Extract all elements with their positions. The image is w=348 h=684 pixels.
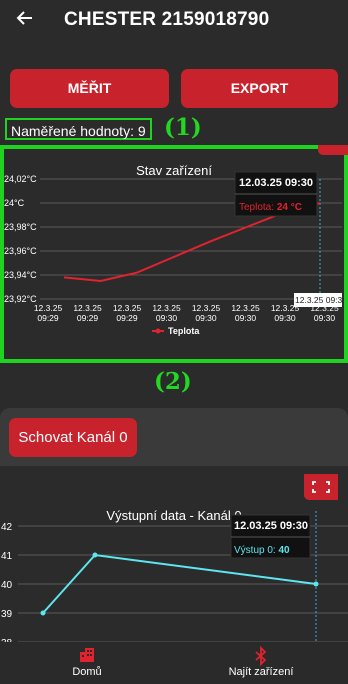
chart2-point: [40, 610, 46, 616]
chart2-y-tick: 42: [1, 522, 13, 533]
chart1-y-tick: 23,92°C: [4, 294, 37, 304]
chart1-y-tick: 23,98°C: [4, 222, 37, 232]
bottom-navigation: Domů Najít zařízení: [0, 642, 348, 684]
export-button[interactable]: EXPORT: [181, 69, 338, 108]
chart1-legend-marker: [155, 328, 161, 334]
chart2-point: [92, 552, 98, 558]
chart2-y-tick: 41: [1, 551, 13, 562]
chart1-x-tick-date: 12.3.25: [152, 303, 181, 313]
chart1-y-tick: 24,02°C: [4, 174, 37, 184]
chart1-x-tick-time: 09:30: [156, 313, 178, 323]
page-title: CHESTER 2159018790: [64, 9, 270, 30]
chart1-x-tick-date: 12.3.25: [192, 303, 221, 313]
chart1-x-highlight: 12.3.25 09:3: [295, 295, 343, 305]
chart1-title: Stav zařízení: [136, 163, 212, 178]
chart2-tooltip-title: 12.03.25 09:30: [234, 520, 308, 532]
chart1-x-tick-date: 12.3.25: [34, 303, 63, 313]
building-icon: [0, 646, 174, 666]
chart1-x-tick-date: 12.3.25: [73, 303, 102, 313]
chart1-y-tick: 24°C: [4, 198, 25, 208]
measure-button[interactable]: MĚŘIT: [10, 69, 169, 108]
nav-find-device[interactable]: Najít zařízení: [174, 642, 348, 684]
nav-home[interactable]: Domů: [0, 642, 174, 684]
chart2-point: [313, 581, 319, 587]
bluetooth-icon: [174, 645, 348, 667]
chart1-y-tick: 23,94°C: [4, 270, 37, 280]
chart1-x-tick-time: 09:30: [195, 313, 217, 323]
nav-find-device-label: Najít zařízení: [228, 666, 294, 678]
chart1-tooltip-title: 12.03.25 09:30: [239, 177, 313, 189]
chart2-tooltip: 12.03.25 09:30 Výstup 0: 40: [230, 514, 311, 559]
chart1-x-tick-time: 09:30: [274, 313, 296, 323]
hide-channel-button[interactable]: Schovat Kanál 0: [9, 418, 137, 457]
chart1-x-tick-time: 09:29: [77, 313, 99, 323]
chart1-x-tick-time: 09:29: [37, 313, 59, 323]
chart1-x-tick-date: 12.3.25: [113, 303, 142, 313]
chart2-y-tick: 40: [1, 580, 13, 591]
back-arrow-icon[interactable]: [12, 8, 38, 34]
nav-home-label: Domů: [72, 666, 102, 678]
chart1-x-tick-time: 09:29: [116, 313, 138, 323]
chart1-y-tick: 23,96°C: [4, 246, 37, 256]
measured-values-count: Naměřené hodnoty: 9: [5, 118, 152, 140]
chart1-x-tick-date: 12.3.25: [231, 303, 260, 313]
annotation-marker-1: (1): [164, 114, 202, 141]
chart1-tooltip-label: Teplota: 24 °C: [239, 202, 302, 213]
chart-device-status: Stav zařízení 24,02°C 24°C 23,98°C 23,96°C 2…: [0, 145, 348, 363]
chart2-y-tick: 39: [1, 609, 13, 620]
chart1-x-tick-time: 09:30: [235, 313, 257, 323]
annotation-marker-2: (2): [154, 368, 192, 395]
chart2-tooltip-label: Výstup 0: 40: [234, 545, 290, 556]
chart1-x-tick-time: 09:30: [314, 313, 336, 323]
chart1-legend-label: Teplota: [168, 326, 200, 336]
app-header: CHESTER 2159018790: [0, 0, 348, 44]
chart2-title: Výstupní data - Kanál 0: [106, 508, 241, 523]
chart-output-data: Výstupní data - Kanál 0 4241403938 12.03…: [0, 466, 348, 642]
chart1-tooltip: 12.03.25 09:30 Teplota: 24 °C: [234, 171, 318, 217]
